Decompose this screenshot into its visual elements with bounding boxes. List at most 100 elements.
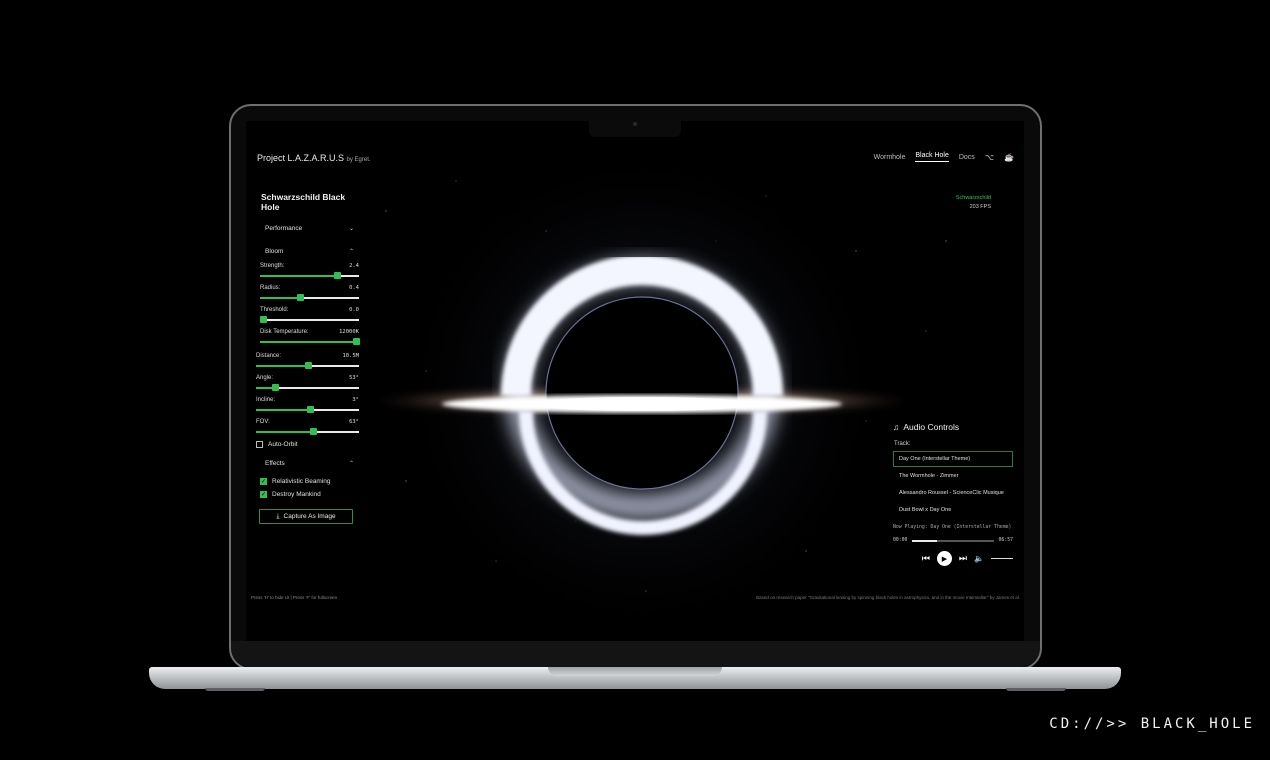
caption-text: CD://>> BLACK_HOLE: [1049, 716, 1255, 732]
capture-image-button[interactable]: ⤓ Capture As Image: [259, 509, 353, 524]
slider-thumb[interactable]: [271, 384, 279, 391]
relativistic-beaming-toggle[interactable]: ✓ Relativistic Beaming: [260, 475, 359, 488]
slider-track[interactable]: [256, 428, 359, 435]
section-performance[interactable]: Performance ⌄: [256, 222, 359, 234]
slider-label: FOV:: [256, 419, 270, 425]
transport-controls: ⏮ ▶ ⏭ 🔈: [893, 551, 1013, 566]
audio-header: ♫ Audio Controls: [893, 422, 1013, 432]
nav-docs[interactable]: Docs: [959, 154, 975, 161]
slider-thumb[interactable]: [334, 272, 342, 279]
slider-label: Radius:: [260, 285, 281, 291]
slider-fill: [256, 431, 313, 433]
time-current: 00:00: [893, 538, 908, 543]
slider-fill: [256, 365, 308, 367]
next-icon[interactable]: ⏭: [959, 553, 967, 564]
slider-row: Strength: 2.4: [260, 260, 359, 282]
slider-track[interactable]: [256, 384, 359, 391]
play-button[interactable]: ▶: [936, 551, 952, 566]
slider-value: 63°: [349, 419, 359, 425]
top-nav: Wormhole Black Hole Docs ⌥ ☕: [874, 152, 1014, 162]
slider-track[interactable]: [260, 272, 359, 279]
research-credit: Based on research paper "Gravitational l…: [756, 595, 1020, 600]
section-bloom[interactable]: Bloom ⌃: [256, 245, 359, 257]
control-panel: Schwarzschild Black Hole Performance ⌄ B…: [256, 189, 361, 524]
destroy-mankind-label: Destroy Mankind: [272, 491, 321, 498]
slider-value: 3°: [352, 397, 359, 403]
auto-orbit-toggle[interactable]: Auto-Orbit: [256, 438, 359, 451]
track-item[interactable]: The Wormhole - Zimmer: [893, 468, 1013, 484]
slider-thumb[interactable]: [259, 316, 267, 323]
section-bloom-label: Bloom: [265, 247, 284, 255]
fps-counter: 203 FPS: [969, 204, 991, 210]
brand-logo[interactable]: Project L.A.Z.A.R.U.S by Egret.: [257, 153, 371, 163]
download-icon: ⤓: [276, 512, 280, 520]
slider-track[interactable]: [256, 362, 359, 369]
progress-bar[interactable]: [912, 539, 994, 542]
laptop-foot: [205, 688, 265, 691]
laptop-chin: [231, 641, 1040, 667]
slider-label: Incline:: [256, 397, 276, 403]
section-effects[interactable]: Effects ⌃: [256, 457, 359, 469]
track-item[interactable]: Alessandro Roussel - ScienceClic Musique: [893, 485, 1013, 501]
playback-progress: 00:00 06:57: [893, 538, 1013, 543]
destroy-mankind-toggle[interactable]: ✓ Destroy Mankind: [260, 488, 359, 501]
slider-track[interactable]: [260, 294, 359, 301]
app-screen: Project L.A.Z.A.R.U.S by Egret. Wormhole…: [246, 121, 1024, 641]
laptop-lip: [548, 667, 722, 676]
slider-thumb[interactable]: [304, 362, 312, 369]
volume-slider[interactable]: [991, 557, 1013, 560]
coffee-icon[interactable]: ☕: [1004, 153, 1014, 162]
slider-row: Radius: 0.4: [260, 282, 359, 304]
slider-row: Incline: 3°: [256, 394, 359, 416]
auto-orbit-label: Auto-Orbit: [268, 441, 298, 448]
section-performance-label: Performance: [265, 224, 303, 232]
brand-name: Project L.A.Z.A.R.U.S: [257, 153, 345, 163]
keyboard-hint: Press 'H' to hide UI | Press 'F' for ful…: [251, 595, 338, 600]
stats-overlay: Schwarzschild 203 FPS: [956, 194, 991, 212]
capture-label: Capture As Image: [283, 513, 336, 520]
slider-fill: [256, 409, 310, 411]
slider-fill: [260, 297, 300, 299]
slider-track[interactable]: [260, 338, 361, 345]
track-label: Track:: [894, 441, 911, 447]
chevron-down-icon: ⌄: [348, 225, 354, 232]
slider-row: Distance: 10.5M: [256, 350, 359, 372]
auto-orbit-checkbox[interactable]: [256, 441, 263, 448]
github-icon[interactable]: ⌥: [985, 153, 994, 162]
slider-label: Strength:: [260, 263, 285, 269]
track-item[interactable]: Day One (Interstellar Theme): [893, 451, 1013, 467]
brand-suffix: by Egret.: [346, 157, 371, 163]
webcam-icon: [633, 122, 637, 126]
progress-fill: [912, 539, 937, 542]
slider-track[interactable]: [259, 316, 359, 323]
slider-row: FOV: 63°: [256, 416, 359, 438]
chevron-up-icon: ⌃: [348, 248, 354, 255]
slider-value: 10.5M: [342, 353, 359, 359]
bloom-sliders: Strength: 2.4 Radius: 0.4 Threshold: 0.0 Disk …: [256, 260, 361, 348]
slider-thumb[interactable]: [353, 338, 361, 345]
slider-value: 2.4: [349, 263, 359, 269]
slider-value: 0.4: [349, 285, 359, 291]
checkbox-checked[interactable]: ✓: [260, 478, 267, 485]
play-icon: ▶: [941, 555, 948, 563]
volume-icon[interactable]: 🔈: [974, 554, 984, 563]
slider-track[interactable]: [256, 406, 359, 413]
slider-row: Disk Temperature: 12000K: [260, 326, 361, 348]
camera-sliders: Distance: 10.5M Angle: 53° Incline: 3° FOV: 63°: [256, 350, 359, 438]
slider-label: Angle:: [256, 375, 274, 381]
slider-thumb[interactable]: [309, 428, 317, 435]
slider-row: Angle: 53°: [256, 372, 359, 394]
slider-value: 12000K: [339, 329, 359, 335]
nav-wormhole[interactable]: Wormhole: [874, 154, 906, 161]
track-item[interactable]: Dust Bowl x Day One: [893, 502, 1013, 518]
slider-value: 0.0: [349, 307, 359, 313]
laptop-foot: [1006, 688, 1066, 691]
previous-icon[interactable]: ⏮: [922, 553, 930, 564]
slider-thumb[interactable]: [296, 294, 304, 301]
chevron-up-icon: ⌃: [348, 460, 354, 467]
slider-fill: [260, 275, 338, 277]
checkbox-checked[interactable]: ✓: [260, 491, 267, 498]
slider-label: Threshold:: [260, 307, 289, 313]
slider-thumb[interactable]: [306, 406, 314, 413]
nav-black-hole[interactable]: Black Hole: [915, 152, 949, 162]
